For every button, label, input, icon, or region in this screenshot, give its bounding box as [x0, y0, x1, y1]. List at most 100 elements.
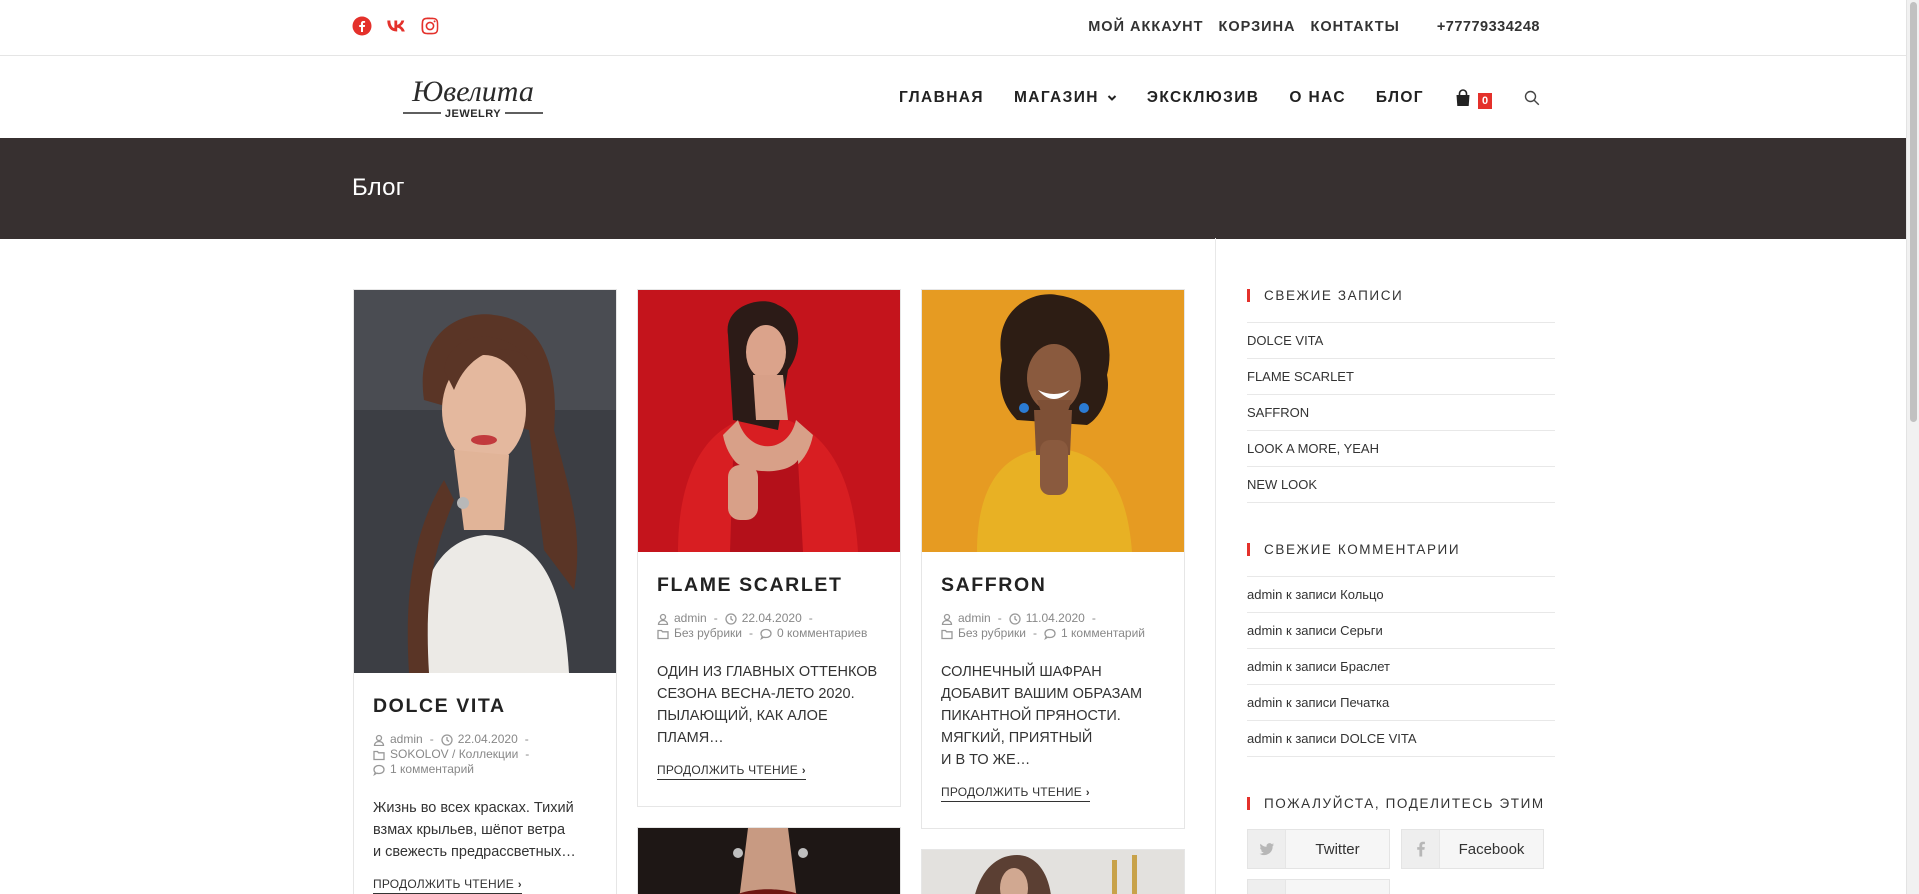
folder-icon — [373, 749, 385, 761]
social-links — [352, 16, 440, 36]
clock-icon — [725, 612, 737, 625]
folder-icon — [657, 628, 669, 640]
post-image[interactable] — [922, 290, 1184, 552]
share-twitter-button[interactable]: Twitter — [1247, 829, 1390, 869]
post-category[interactable]: Без рубрики — [958, 626, 1026, 641]
cart-button[interactable]: 0 — [1454, 87, 1498, 109]
page-scrollbar[interactable] — [1906, 0, 1919, 894]
nav-label: ЭКСКЛЮЗИВ — [1146, 89, 1260, 106]
site-logo[interactable]: Ювелита JEWELRY — [399, 72, 547, 120]
nav-item-home[interactable]: ГЛАВНАЯ — [899, 89, 984, 107]
post-date: 11.04.2020 — [1025, 611, 1085, 625]
user-icon — [373, 734, 385, 746]
list-item[interactable]: admin к записи Печатка — [1247, 685, 1555, 721]
post-meta: admin - 22.04.2020 - SOKOLOV / Коллекции… — [373, 732, 597, 777]
recent-posts-list: DOLCE VITA FLAME SCARLET SAFFRON LOOK A … — [1247, 322, 1555, 503]
post-date: 22.04.2020 — [457, 732, 518, 746]
nav-item-exclusive[interactable]: ЭКСКЛЮЗИВ — [1147, 89, 1259, 107]
list-item[interactable]: LOOK A MORE, YEAH — [1247, 431, 1555, 467]
post-excerpt: СОЛНЕЧНЫЙ ШАФРАН ДОБАВИТ ВАШИМ ОБРАЗАМ П… — [941, 664, 1143, 768]
list-item[interactable]: NEW LOOK — [1247, 467, 1555, 503]
nav-item-blog[interactable]: БЛОГ — [1376, 89, 1424, 107]
post-author[interactable]: admin — [390, 732, 423, 747]
clock-icon — [1009, 612, 1021, 625]
share-vk-button[interactable] — [1247, 879, 1390, 894]
user-icon — [657, 613, 669, 625]
main-nav: ГЛАВНАЯ МАГАЗИН ЭКСКЛЮЗИВ О НАС БЛОГ 0 — [869, 87, 1540, 109]
comment-icon — [760, 628, 772, 640]
top-menu-cart[interactable]: КОРЗИНА — [1218, 19, 1295, 35]
chevron-right-icon: › — [1085, 787, 1090, 799]
share-facebook-button[interactable]: Facebook — [1401, 829, 1544, 869]
page-title: Блог — [352, 174, 405, 201]
post-title[interactable]: SAFFRON — [941, 574, 1165, 597]
widget-title-recent-comments: СВЕЖИЕ КОММЕНТАРИИ — [1247, 542, 1460, 557]
page-header: Блог — [0, 138, 1906, 239]
chevron-right-icon: › — [801, 765, 806, 777]
top-menu-account[interactable]: МОЙ АККАУНТ — [1088, 19, 1203, 35]
facebook-icon — [1402, 830, 1440, 868]
user-icon — [941, 613, 953, 625]
read-more-link[interactable]: ПРОДОЛЖИТЬ ЧТЕНИЕ › — [941, 785, 1090, 802]
post-category[interactable]: Без рубрики — [674, 626, 742, 641]
list-item[interactable]: FLAME SCARLET — [1247, 359, 1555, 395]
list-item[interactable]: SAFFRON — [1247, 395, 1555, 431]
post-title[interactable]: FLAME SCARLET — [657, 574, 881, 597]
post-meta: admin - 22.04.2020 - Без рубрики - 0 ком… — [657, 611, 881, 641]
list-item[interactable]: admin к записи Серьги — [1247, 613, 1555, 649]
read-more-link[interactable]: ПРОДОЛЖИТЬ ЧТЕНИЕ › — [657, 763, 806, 780]
scrollbar-thumb[interactable] — [1910, 2, 1917, 422]
cart-count-badge: 0 — [1478, 93, 1493, 109]
post-author[interactable]: admin — [674, 611, 707, 626]
post-image[interactable] — [638, 828, 900, 894]
facebook-icon[interactable] — [352, 16, 372, 36]
post-comments[interactable]: 1 комментарий — [1061, 626, 1145, 641]
nav-label: МАГАЗИН — [1013, 89, 1099, 106]
instagram-icon[interactable] — [420, 16, 440, 36]
top-bar: МОЙ АККАУНТ КОРЗИНА КОНТАКТЫ +7777933424… — [0, 0, 1906, 56]
post-excerpt: ОДИН ИЗ ГЛАВНЫХ ОТТЕНКОВ СЕЗОНА ВЕСНА-ЛЕ… — [657, 664, 878, 746]
chevron-down-icon — [1107, 95, 1117, 101]
post-author[interactable]: admin — [958, 611, 991, 626]
logo-text: Ювелита — [411, 75, 534, 108]
top-menu-contacts[interactable]: КОНТАКТЫ — [1311, 19, 1400, 35]
comment-icon — [373, 764, 385, 776]
post-card — [637, 827, 901, 894]
list-item[interactable]: admin к записи Браслет — [1247, 649, 1555, 685]
list-item[interactable]: DOLCE VITA — [1247, 323, 1555, 359]
post-card: DOLCE VITA admin - 22.04.2020 - SOKOLOV … — [353, 289, 617, 894]
nav-item-shop[interactable]: МАГАЗИН — [1014, 89, 1117, 107]
vk-icon[interactable] — [386, 16, 406, 36]
search-icon[interactable] — [1524, 90, 1540, 106]
post-meta: admin - 11.04.2020 - Без рубрики - 1 ком… — [941, 611, 1165, 641]
twitter-icon — [1248, 830, 1286, 868]
nav-label: ГЛАВНАЯ — [898, 89, 984, 106]
post-date: 22.04.2020 — [741, 611, 802, 625]
folder-icon — [941, 628, 953, 640]
post-image[interactable] — [638, 290, 900, 552]
logo-subtext: JEWELRY — [445, 108, 501, 120]
post-image[interactable] — [354, 290, 616, 673]
post-image[interactable] — [922, 850, 1184, 894]
clock-icon — [441, 733, 453, 746]
post-card — [921, 849, 1185, 894]
top-menu: МОЙ АККАУНТ КОРЗИНА КОНТАКТЫ +7777933424… — [1073, 19, 1540, 35]
list-item[interactable]: admin к записи Кольцо — [1247, 577, 1555, 613]
chevron-right-icon: › — [517, 879, 522, 891]
post-comments[interactable]: 1 комментарий — [390, 762, 474, 777]
post-card: FLAME SCARLET admin - 22.04.2020 - Без р… — [637, 289, 901, 807]
site-header: Ювелита JEWELRY ГЛАВНАЯ МАГАЗИН ЭКСКЛЮЗИ… — [0, 57, 1906, 138]
share-label: Twitter — [1315, 840, 1360, 858]
post-category[interactable]: SOKOLOV / Коллекции — [390, 747, 518, 762]
phone-link[interactable]: +77779334248 — [1437, 19, 1540, 35]
post-title[interactable]: DOLCE VITA — [373, 695, 597, 718]
widget-title-recent-posts: СВЕЖИЕ ЗАПИСИ — [1247, 288, 1403, 303]
widget-title-share: ПОЖАЛУЙСТА, ПОДЕЛИТЕСЬ ЭТИМ — [1247, 796, 1545, 811]
nav-item-about[interactable]: О НАС — [1289, 89, 1346, 107]
sidebar: СВЕЖИЕ ЗАПИСИ DOLCE VITA FLAME SCARLET S… — [1215, 238, 1555, 894]
nav-label: БЛОГ — [1375, 89, 1424, 106]
post-comments[interactable]: 0 комментариев — [777, 626, 867, 641]
post-excerpt: Жизнь во всех красках. Тихий взмах крыль… — [373, 800, 576, 860]
list-item[interactable]: admin к записи DOLCE VITA — [1247, 721, 1555, 757]
read-more-link[interactable]: ПРОДОЛЖИТЬ ЧТЕНИЕ › — [373, 877, 522, 894]
